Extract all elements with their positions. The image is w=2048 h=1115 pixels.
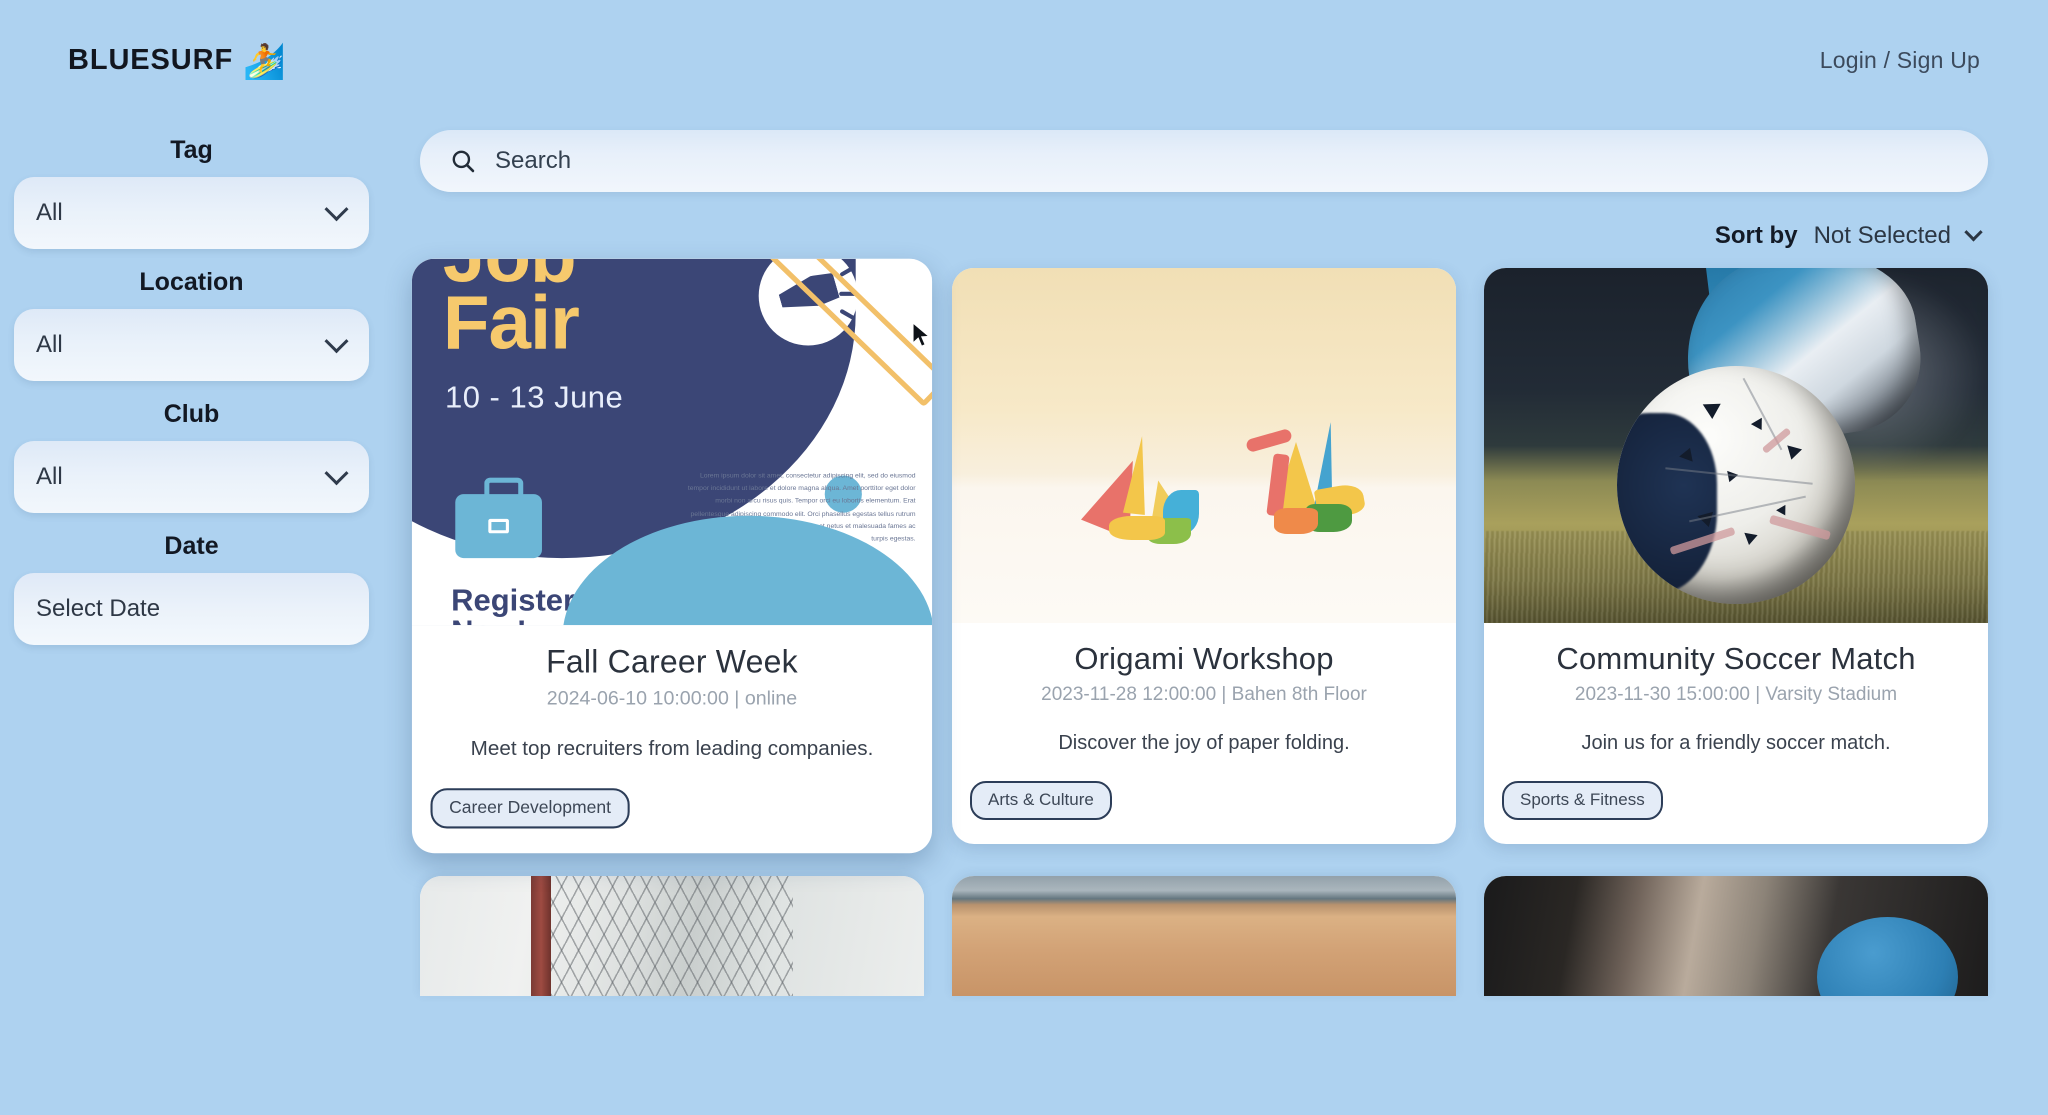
- event-meta: 2023-11-28 12:00:00 | Bahen 8th Floor: [1041, 684, 1367, 705]
- briefcase-icon: [455, 477, 542, 559]
- event-tag[interactable]: Sports & Fitness: [1502, 781, 1663, 820]
- location-select-value: All: [36, 331, 63, 358]
- filter-group-location: Location All: [14, 268, 380, 381]
- club-select-value: All: [36, 463, 63, 490]
- event-tag[interactable]: Arts & Culture: [970, 781, 1112, 820]
- event-tag[interactable]: Career Development: [430, 788, 630, 829]
- poster-title-line2: Fair: [442, 279, 580, 366]
- event-meta: 2024-06-10 10:00:00 | online: [546, 688, 798, 710]
- tennis-net-photo: [420, 876, 924, 996]
- search-placeholder: Search: [495, 147, 572, 174]
- brand-name: BLUESURF: [68, 43, 234, 76]
- origami-crane-right: [1244, 421, 1374, 546]
- event-description: Join us for a friendly soccer match.: [1581, 732, 1891, 754]
- sort-by-value[interactable]: Not Selected: [1814, 222, 1951, 250]
- event-card-body: Community Soccer Match 2023-11-30 15:00:…: [1484, 623, 1988, 844]
- chevron-down-icon: [324, 196, 349, 221]
- event-title: Origami Workshop: [1074, 641, 1334, 676]
- chevron-down-icon[interactable]: [1964, 222, 1983, 241]
- event-card-body: Fall Career Week 2024-06-10 10:00:00 | o…: [412, 625, 932, 853]
- filter-group-club: Club All: [14, 400, 380, 513]
- tag-select[interactable]: All: [14, 177, 369, 249]
- poster-cta-line1: Register: [451, 583, 576, 618]
- filters-sidebar: Tag All Location All Club All Date Selec…: [0, 120, 380, 664]
- soccer-ball: [1617, 365, 1855, 604]
- event-tag-row: Career Development: [430, 788, 914, 829]
- soccer-ball-cleat-photo: [1484, 268, 1988, 623]
- sort-control: Sort by Not Selected: [420, 222, 1988, 250]
- event-card-grid-next-row: [420, 876, 1988, 996]
- event-tag-row: Arts & Culture: [970, 781, 1438, 820]
- event-tag-row: Sports & Fitness: [1502, 781, 1970, 820]
- chevron-down-icon: [324, 460, 349, 485]
- tag-select-value: All: [36, 199, 63, 226]
- skateboard-photo: [1484, 876, 1988, 996]
- filter-group-tag: Tag All: [14, 136, 380, 249]
- origami-cranes-photo: [952, 268, 1456, 623]
- job-fair-poster: Job Fair 10 - 13 June: [411, 258, 933, 626]
- sort-by-label: Sort by: [1714, 222, 1798, 249]
- event-title: Community Soccer Match: [1556, 641, 1916, 676]
- gym-floor-photo: [952, 876, 1456, 996]
- brand-logo[interactable]: BLUESURF 🏄: [68, 43, 286, 81]
- search-icon: [452, 150, 475, 173]
- event-card[interactable]: [1484, 876, 1988, 996]
- login-signup-link[interactable]: Login / Sign Up: [1820, 47, 1980, 74]
- event-meta: 2023-11-30 15:00:00 | Varsity Stadium: [1574, 684, 1898, 705]
- filter-label-tag: Tag: [170, 136, 213, 164]
- filter-label-date: Date: [164, 532, 219, 560]
- site-header: BLUESURF 🏄 Login / Sign Up: [0, 0, 2048, 120]
- event-description: Discover the joy of paper folding.: [1058, 732, 1350, 754]
- origami-crane-left: [1081, 435, 1213, 548]
- event-card[interactable]: Job Fair 10 - 13 June: [411, 258, 933, 854]
- main-content: Search Sort by Not Selected Job Fair 10 …: [380, 120, 2048, 996]
- page-layout: Tag All Location All Club All Date Selec…: [0, 120, 2048, 996]
- event-card[interactable]: Community Soccer Match 2023-11-30 15:00:…: [1484, 268, 1988, 844]
- surfer-icon: 🏄: [243, 43, 286, 81]
- filter-label-club: Club: [163, 400, 220, 428]
- event-card[interactable]: [420, 876, 924, 996]
- poster-dates: 10 - 13 June: [444, 380, 624, 415]
- filter-label-location: Location: [139, 268, 244, 296]
- date-input[interactable]: Select Date: [14, 573, 369, 645]
- search-input[interactable]: Search: [420, 130, 1988, 192]
- event-card-body: Origami Workshop 2023-11-28 12:00:00 | B…: [952, 623, 1456, 844]
- poster-cta-line2: Now!: [451, 616, 575, 625]
- location-select[interactable]: All: [14, 309, 369, 381]
- event-card[interactable]: [952, 876, 1456, 996]
- event-card-grid: Job Fair 10 - 13 June: [411, 258, 1988, 854]
- chevron-down-icon: [324, 328, 349, 353]
- event-card[interactable]: Origami Workshop 2023-11-28 12:00:00 | B…: [952, 268, 1456, 844]
- filter-group-date: Date Select Date: [14, 532, 380, 645]
- date-input-placeholder: Select Date: [36, 595, 161, 622]
- club-select[interactable]: All: [14, 441, 369, 513]
- event-title: Fall Career Week: [546, 643, 798, 680]
- event-description: Meet top recruiters from leading compani…: [470, 737, 874, 761]
